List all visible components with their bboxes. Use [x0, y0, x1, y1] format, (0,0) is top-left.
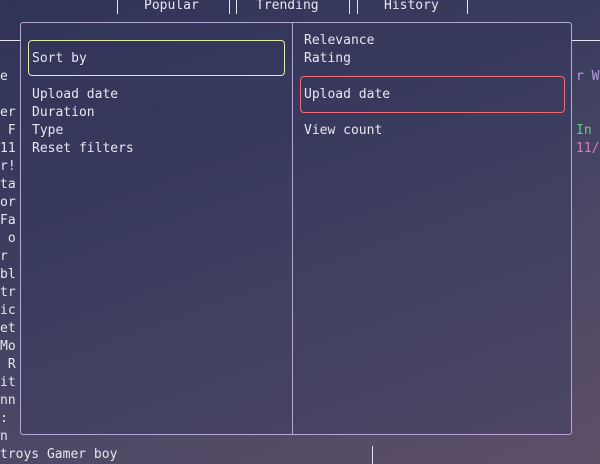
background-left-fragment: et — [0, 321, 16, 336]
background-left-fragment: ta — [0, 177, 16, 192]
background-left-fragment: tr — [0, 285, 16, 300]
menu-type[interactable]: Type — [32, 122, 63, 140]
background-left-fragment: : — [0, 411, 8, 426]
background-left-fragment: 11 — [0, 141, 16, 156]
option-rating[interactable]: Rating — [304, 50, 351, 68]
background-left-fragment: Fa — [0, 213, 16, 228]
frame-line — [0, 40, 20, 41]
option-view-count[interactable]: View count — [304, 122, 382, 140]
background-left-fragment: R — [0, 357, 16, 372]
background-left-fragment: or — [0, 195, 16, 210]
background-left-fragment: er — [0, 105, 16, 120]
menu-duration[interactable]: Duration — [32, 104, 95, 122]
background-left-fragment: ic — [0, 303, 16, 318]
background-left-fragment: it — [0, 375, 16, 390]
background-left-fragment: r! — [0, 159, 16, 174]
option-upload-date[interactable]: Upload date — [304, 86, 390, 104]
background-left-fragment: r — [0, 249, 8, 264]
background-left-fragment: n — [0, 429, 8, 444]
dialog-divider — [292, 23, 293, 435]
tab-separator — [349, 0, 350, 14]
tab-trending[interactable]: Trending — [256, 0, 319, 15]
menu-reset-filters[interactable]: Reset filters — [32, 140, 134, 158]
menu-sort-by[interactable]: Sort by — [32, 50, 87, 68]
option-relevance[interactable]: Relevance — [304, 32, 374, 50]
tab-history[interactable]: History — [384, 0, 439, 15]
tab-separator — [357, 0, 358, 14]
background-left-fragment: o — [0, 231, 16, 246]
background-right-text: 11/ — [576, 141, 600, 156]
background-right-text: In — [576, 123, 592, 138]
background-left-fragment: nn — [0, 393, 16, 408]
background-left-fragment: e — [0, 69, 8, 84]
frame-line — [572, 40, 600, 41]
tab-separator — [236, 0, 237, 14]
tab-separator — [467, 0, 468, 14]
background-bottom-text: troys Gamer boy — [0, 447, 118, 462]
background-left-fragment: bl — [0, 267, 16, 282]
tab-separator — [117, 0, 118, 14]
tab-separator — [229, 0, 230, 14]
background-left-fragment: Mo — [0, 339, 16, 354]
tab-popular[interactable]: Popular — [144, 0, 199, 15]
background-right-text: r W — [576, 69, 600, 84]
background-left-fragment: F — [0, 123, 16, 138]
menu-upload-date[interactable]: Upload date — [32, 86, 118, 104]
frame-line — [372, 446, 373, 464]
